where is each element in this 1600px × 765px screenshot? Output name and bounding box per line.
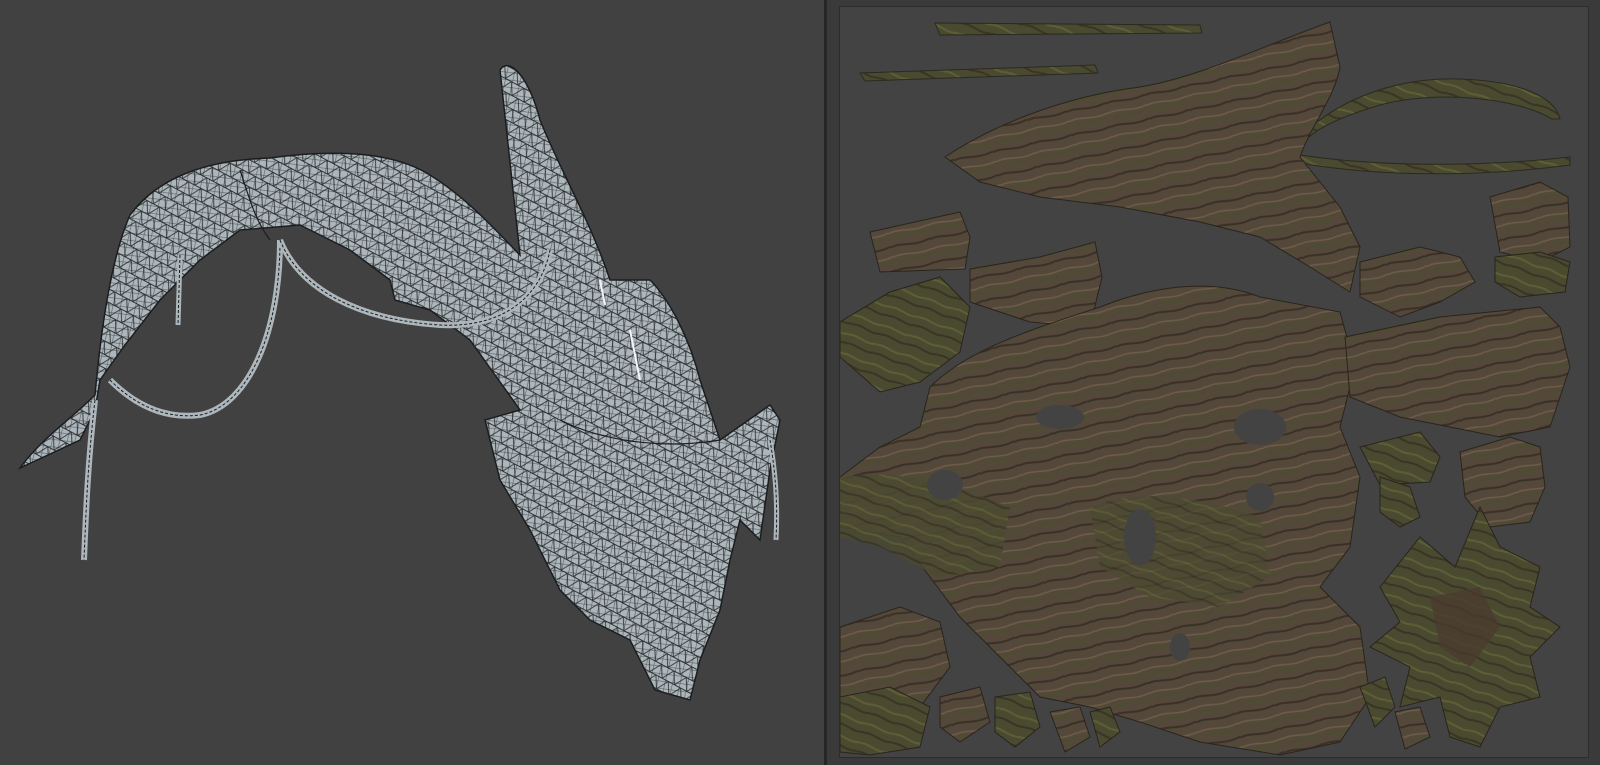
- uv-islands[interactable]: [840, 7, 1589, 758]
- uv-editor-panel[interactable]: [827, 0, 1600, 765]
- viewport-canvas[interactable]: [0, 0, 824, 765]
- 3d-viewport[interactable]: [0, 0, 824, 765]
- wireframe-mesh[interactable]: [17, 64, 781, 701]
- uv-texture-canvas[interactable]: [839, 6, 1589, 758]
